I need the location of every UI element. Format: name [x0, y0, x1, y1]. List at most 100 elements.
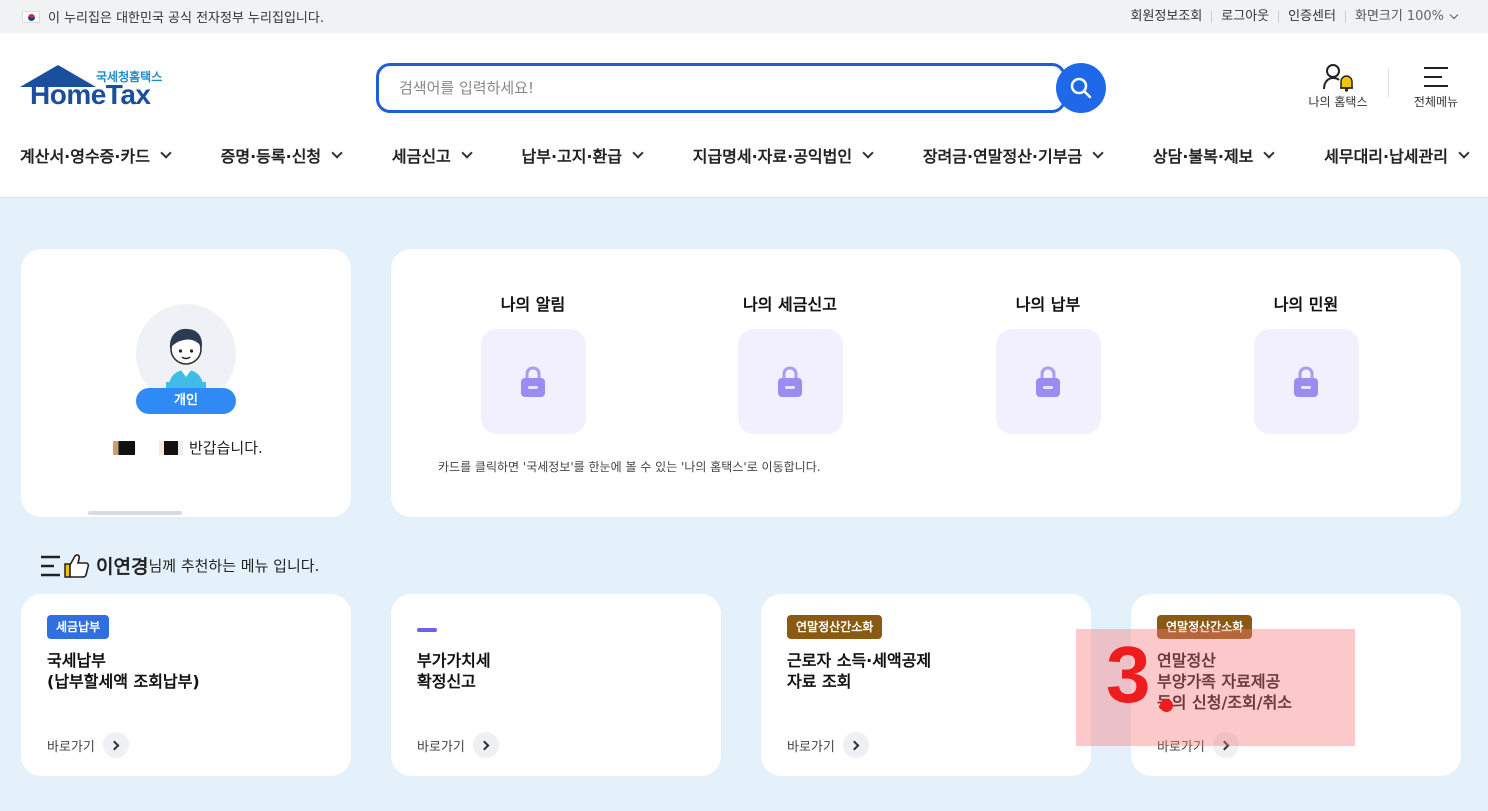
nav-item-label: 세무대리·납세관리: [1324, 147, 1448, 166]
lock-icon: [778, 365, 802, 397]
nav-item-certificate[interactable]: 증명·등록·신청: [220, 143, 343, 167]
chevron-down-icon: [862, 147, 874, 159]
nav-item-label: 증명·등록·신청: [220, 147, 322, 166]
chevron-right-icon: [472, 732, 499, 758]
tile-box: [1253, 329, 1359, 434]
accent-dash: [417, 628, 437, 632]
greeting-text: 반갑습니다.: [189, 439, 263, 457]
user-type-badge: 개인: [136, 388, 236, 414]
tile-my-civil[interactable]: 나의 민원: [1216, 291, 1396, 434]
cert-center-link[interactable]: 인증센터: [1278, 10, 1345, 23]
recommend-title: 이연경 님께 추천하는 메뉴 입니다.: [40, 552, 319, 579]
all-menu-button[interactable]: 전체메뉴: [1406, 61, 1466, 110]
chevron-down-icon: [1263, 147, 1276, 159]
tile-my-payment[interactable]: 나의 납부: [958, 291, 1138, 434]
category-tag: 세금납부: [47, 615, 110, 639]
greeting: 반갑습니다.: [113, 437, 293, 458]
nav-item-consult[interactable]: 상담·불복·제보: [1152, 143, 1276, 167]
user-name: 이연경: [96, 556, 149, 578]
korea-flag-icon: [22, 10, 40, 23]
top-links: 회원정보조회 로그아웃 인증센터 화면크기 100%: [1122, 8, 1466, 24]
header-divider: [1388, 69, 1389, 97]
gov-notice: 이 누리집은 대한민국 공식 전자정부 누리집입니다.: [22, 7, 324, 26]
gov-topbar: 이 누리집은 대한민국 공식 전자정부 누리집입니다. 회원정보조회 로그아웃 …: [0, 0, 1488, 33]
search-button[interactable]: [1056, 63, 1106, 113]
screen-size-control[interactable]: 화면크기 100%: [1344, 8, 1466, 24]
nav-item-payment[interactable]: 납부·고지·환급: [521, 143, 644, 167]
goto-link[interactable]: 바로가기: [47, 732, 129, 758]
tile-title: 나의 민원: [1273, 295, 1339, 314]
goto-link[interactable]: 바로가기: [787, 732, 869, 758]
recommend-card-vat-return[interactable]: 부가가치세 확정신고 바로가기: [391, 594, 721, 776]
nav-item-label: 계산서·영수증·카드: [20, 147, 150, 166]
site-header: 국세청홈택스 HomeTax 나의 홈택스: [0, 33, 1488, 198]
card-title: 근로자 소득·세액공제 자료 조회: [787, 651, 932, 691]
chevron-right-icon: [102, 732, 129, 758]
nav-item-label: 지급명세·자료·공익법인: [692, 147, 853, 166]
recommend-card-national-tax-payment[interactable]: 세금납부 국세납부 (납부할세액 조회납부) 바로가기: [21, 594, 351, 776]
tile-title: 나의 납부: [1015, 295, 1081, 314]
card-title: 국세납부 (납부할세액 조회납부): [47, 651, 200, 691]
tile-box: [995, 329, 1101, 434]
chevron-down-icon: [1092, 147, 1104, 159]
my-hometax-label: 나의 홈택스: [1308, 95, 1368, 109]
logo-main-text: HomeTax: [30, 79, 151, 110]
hometax-logo[interactable]: 국세청홈택스 HomeTax: [20, 65, 180, 115]
tile-box: [737, 329, 843, 434]
logout-link[interactable]: 로그아웃: [1211, 10, 1278, 23]
nav-item-tax-return[interactable]: 세금신고: [391, 143, 473, 167]
chevron-down-icon: [1449, 10, 1459, 20]
tile-title: 나의 세금신고: [743, 295, 837, 314]
nav-item-label: 납부·고지·환급: [521, 147, 622, 166]
cards-note: 카드를 클릭하면 '국세정보'를 한눈에 볼 수 있는 '나의 홈택스'로 이동…: [438, 460, 821, 474]
tile-title: 나의 알림: [500, 295, 566, 314]
search-input[interactable]: [399, 79, 1043, 97]
chevron-down-icon: [1458, 147, 1470, 159]
goto-label: 바로가기: [47, 739, 95, 755]
gov-notice-text: 이 누리집은 대한민국 공식 전자정부 누리집입니다.: [48, 11, 324, 26]
nav-item-label: 세금신고: [391, 147, 451, 166]
chevron-down-icon: [632, 147, 644, 159]
goto-label: 바로가기: [787, 739, 835, 755]
recommend-card-deduction-lookup[interactable]: 연말정산간소화 근로자 소득·세액공제 자료 조회 바로가기: [761, 594, 1091, 776]
main-nav: 계산서·영수증·카드 증명·등록·신청 세금신고 납부·고지·환급 지급명세·자…: [20, 143, 1470, 167]
chevron-down-icon: [331, 147, 343, 159]
lock-icon: [1294, 365, 1318, 397]
tile-box: [480, 329, 586, 434]
search-icon: [1070, 77, 1092, 99]
nav-item-label: 장려금·연말정산·기부금: [922, 147, 1083, 166]
highlight-annotation: 3: [1076, 629, 1355, 746]
lock-icon: [1036, 365, 1060, 397]
search-box: [376, 63, 1066, 113]
masked-name-part: [159, 440, 183, 455]
nav-item-incentive[interactable]: 장려금·연말정산·기부금: [922, 143, 1104, 167]
click-point-marker: [1160, 699, 1173, 712]
tile-my-notice[interactable]: 나의 알림: [443, 291, 623, 434]
chevron-down-icon: [160, 147, 172, 159]
category-tag: 연말정산간소화: [787, 615, 883, 639]
goto-link[interactable]: 바로가기: [417, 732, 499, 758]
tile-my-tax-return[interactable]: 나의 세금신고: [700, 291, 880, 434]
chevron-down-icon: [461, 147, 473, 159]
nav-item-label: 상담·불복·제보: [1152, 147, 1254, 166]
lock-icon: [521, 365, 545, 397]
my-hometax-button[interactable]: 나의 홈택스: [1298, 61, 1378, 110]
thumbs-up-list-icon: [41, 553, 90, 578]
recommend-suffix: 님께 추천하는 메뉴 입니다.: [148, 557, 320, 575]
masked-name-part: [113, 440, 135, 455]
screen-size-label: 화면크기: [1354, 8, 1403, 24]
all-menu-label: 전체메뉴: [1413, 95, 1459, 109]
profile-card: 개인 반갑습니다.: [21, 249, 351, 517]
zoom-value: 100%: [1406, 8, 1444, 24]
goto-label: 바로가기: [417, 739, 465, 755]
nav-item-invoice[interactable]: 계산서·영수증·카드: [20, 143, 172, 167]
chevron-right-icon: [842, 732, 869, 758]
nav-item-statements[interactable]: 지급명세·자료·공익법인: [692, 143, 874, 167]
my-hometax-cards: 나의 알림 나의 세금신고 나의 납부 나의 민원 카드를 클릭하면 '국세정보…: [391, 249, 1461, 517]
scrollbar[interactable]: [88, 511, 182, 515]
annotation-number: 3: [1106, 630, 1151, 719]
nav-item-agent[interactable]: 세무대리·납세관리: [1324, 143, 1470, 167]
hamburger-menu-icon: [1424, 67, 1448, 87]
card-title: 부가가치세 확정신고: [417, 651, 491, 691]
member-info-link[interactable]: 회원정보조회: [1122, 10, 1212, 23]
